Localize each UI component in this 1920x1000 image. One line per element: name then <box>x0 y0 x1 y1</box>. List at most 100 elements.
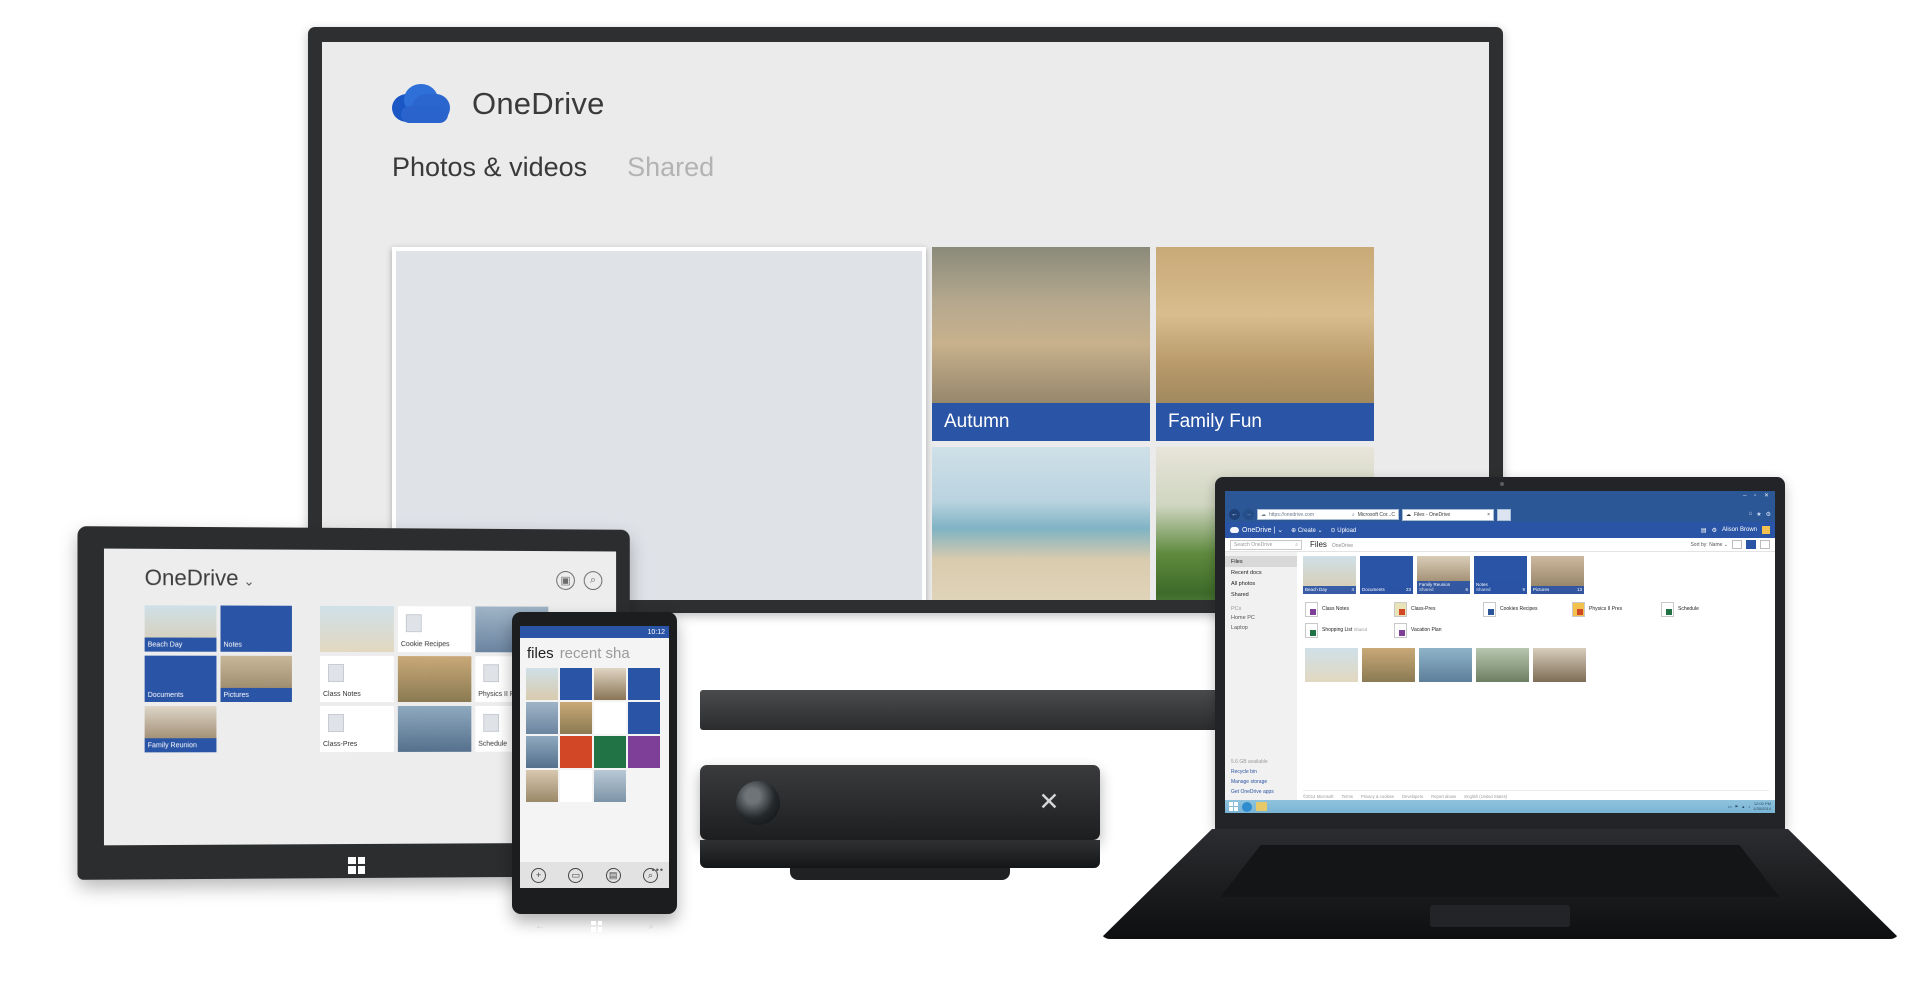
tablet-file-class-notes[interactable]: Class Notes <box>320 655 394 703</box>
photo-thumbnail[interactable] <box>1476 648 1529 682</box>
photo-thumbnail[interactable] <box>1533 648 1586 682</box>
onedrive-brand-button[interactable]: OneDrive | ⌄ <box>1230 526 1283 534</box>
search-input[interactable]: Search OneDrive ⌕ <box>1230 539 1302 550</box>
phone-tile[interactable] <box>526 702 558 734</box>
search-icon[interactable]: ⌕ <box>1295 542 1298 548</box>
window-controls[interactable]: ‒ ▫ ✕ <box>1743 492 1772 499</box>
footer-terms[interactable]: Terms <box>1342 794 1353 799</box>
document-class-pres[interactable]: Class-Pres <box>1394 602 1469 617</box>
file-explorer-icon[interactable] <box>1256 802 1267 811</box>
document-vacation-plan[interactable]: Vacation Plan <box>1394 623 1469 638</box>
folder-pictures[interactable]: Pictures 13 <box>1531 556 1584 594</box>
network-icon[interactable]: ▲ <box>1741 804 1745 809</box>
footer-privacy[interactable]: Privacy & cookies <box>1361 794 1394 799</box>
camera-icon[interactable]: ▭ <box>568 867 584 883</box>
phone-tile[interactable] <box>526 668 558 700</box>
photo-thumbnail[interactable] <box>1305 648 1358 682</box>
internet-explorer-icon[interactable] <box>1242 801 1252 812</box>
tablet-file-class-pres[interactable]: Class-Pres <box>320 705 394 753</box>
photo-thumbnail[interactable] <box>1362 648 1415 682</box>
sort-button[interactable]: Sort by: Name ⌄ <box>1690 542 1728 548</box>
sidebar-item-files[interactable]: Files <box>1225 556 1297 567</box>
tablet-tile-beach-day[interactable]: Beach Day <box>144 605 217 652</box>
user-name[interactable]: Alison Brown <box>1722 527 1757 533</box>
phone-tile[interactable] <box>628 668 660 700</box>
folder-notes[interactable]: Notes Shared 9 <box>1474 556 1527 594</box>
back-icon[interactable]: ← <box>1229 509 1240 520</box>
sidebar-item-recent-docs[interactable]: Recent docs <box>1225 567 1297 578</box>
phone-tile[interactable] <box>560 770 592 802</box>
tablet-tile-pictures[interactable]: Pictures <box>220 655 292 702</box>
document-class-notes[interactable]: Class Notes <box>1305 602 1380 617</box>
list-view-icon[interactable] <box>1732 540 1742 549</box>
folder-beach-day[interactable]: Beach Day 4 <box>1303 556 1356 594</box>
laptop-keyboard[interactable] <box>1220 845 1780 897</box>
laptop-trackpad[interactable] <box>1430 905 1570 927</box>
avatar[interactable] <box>1762 526 1770 534</box>
document-cookies-recipes[interactable]: Cookies Recipes <box>1483 602 1558 617</box>
folder-documents[interactable]: Documents 23 <box>1360 556 1413 594</box>
settings-icon[interactable]: ⚙ <box>1766 511 1771 518</box>
tablet-tile-family-reunion[interactable]: Family Reunion <box>144 706 217 753</box>
create-button[interactable]: ⊕ Create ⌄ <box>1291 527 1322 534</box>
home-icon[interactable]: ⌂ <box>1749 511 1753 518</box>
pivot-files[interactable]: files <box>527 645 554 662</box>
phone-tile[interactable] <box>560 668 592 700</box>
phone-tile[interactable] <box>526 770 558 802</box>
footer-report-abuse[interactable]: Report abuse <box>1431 794 1456 799</box>
search-icon[interactable]: ⌕ <box>1352 512 1355 518</box>
volume-icon[interactable]: ♪ <box>1748 804 1750 809</box>
tablet-photo-tile[interactable] <box>397 705 472 752</box>
add-icon[interactable]: + <box>531 867 547 883</box>
link-manage-storage[interactable]: Manage storage <box>1225 777 1297 787</box>
details-pane-icon[interactable] <box>1760 540 1770 549</box>
pivot-recent-shared[interactable]: recent sha <box>560 645 630 662</box>
tablet-tile-notes[interactable]: Notes <box>220 605 292 652</box>
phone-tile[interactable] <box>594 770 626 802</box>
sidebar-item-shared[interactable]: Shared <box>1225 589 1297 600</box>
phone-tile[interactable] <box>594 736 626 768</box>
search-icon[interactable]: ⌕ <box>583 570 603 590</box>
chevron-down-icon[interactable]: ⌄ <box>244 573 255 589</box>
clock[interactable]: 12:00 PM 1/30/2014 <box>1753 801 1771 811</box>
link-recycle-bin[interactable]: Recycle bin <box>1225 767 1297 777</box>
new-tab-button[interactable] <box>1497 508 1511 521</box>
phone-tile[interactable] <box>594 702 626 734</box>
tablet-photo-tile[interactable] <box>397 656 472 703</box>
photo-thumbnail[interactable] <box>1419 648 1472 682</box>
tablet-tile-documents[interactable]: Documents <box>144 655 217 702</box>
tab-shared[interactable]: Shared <box>627 152 714 183</box>
overflow-menu-icon[interactable]: ••• <box>652 865 664 875</box>
footer-developers[interactable]: Developers <box>1402 794 1423 799</box>
sidebar-item-home-pc[interactable]: Home PC <box>1225 613 1297 623</box>
back-icon[interactable]: ← <box>535 921 545 932</box>
document-shopping-list[interactable]: Shopping List Shared <box>1305 623 1380 638</box>
upload-button[interactable]: ⊙ Upload <box>1331 527 1357 534</box>
phone-tile[interactable] <box>628 702 660 734</box>
phone-tile[interactable] <box>526 736 558 768</box>
phone-tile[interactable] <box>560 736 592 768</box>
forward-icon[interactable]: → <box>1243 509 1254 520</box>
note-icon[interactable]: ▤ <box>605 867 621 883</box>
windows-icon[interactable] <box>591 920 603 932</box>
tablet-photo-tile[interactable] <box>320 605 394 653</box>
close-icon[interactable]: × <box>1487 512 1490 518</box>
phone-tile[interactable] <box>628 736 660 768</box>
phone-tile[interactable] <box>594 668 626 700</box>
windows-start-icon[interactable] <box>1229 802 1238 811</box>
document-schedule[interactable]: Schedule <box>1661 602 1736 617</box>
tablet-file-cookie-recipes[interactable]: Cookie Recipes <box>397 606 472 653</box>
keyboard-icon[interactable]: ▭ <box>1728 804 1732 809</box>
feedback-icon[interactable]: ▤ <box>1701 527 1707 534</box>
phone-tile[interactable] <box>560 702 592 734</box>
sidebar-item-all-photos[interactable]: All photos <box>1225 578 1297 589</box>
document-physics-ii-pres[interactable]: Physics II Pres <box>1572 602 1647 617</box>
view-icon[interactable]: ▣ <box>556 570 575 590</box>
footer-language[interactable]: English (United States) <box>1464 794 1507 799</box>
favorites-icon[interactable]: ★ <box>1756 511 1761 518</box>
address-bar[interactable]: ☁ https://onedrive.com ⌕ Microsoft Cor..… <box>1257 509 1399 520</box>
tile-view-icon[interactable] <box>1746 540 1756 549</box>
browser-tab[interactable]: ☁ Files - OneDrive × <box>1402 508 1494 521</box>
folder-family-reunion[interactable]: Family Reunion Shared 6 <box>1417 556 1470 594</box>
tile-autumn[interactable]: Autumn <box>932 247 1150 441</box>
